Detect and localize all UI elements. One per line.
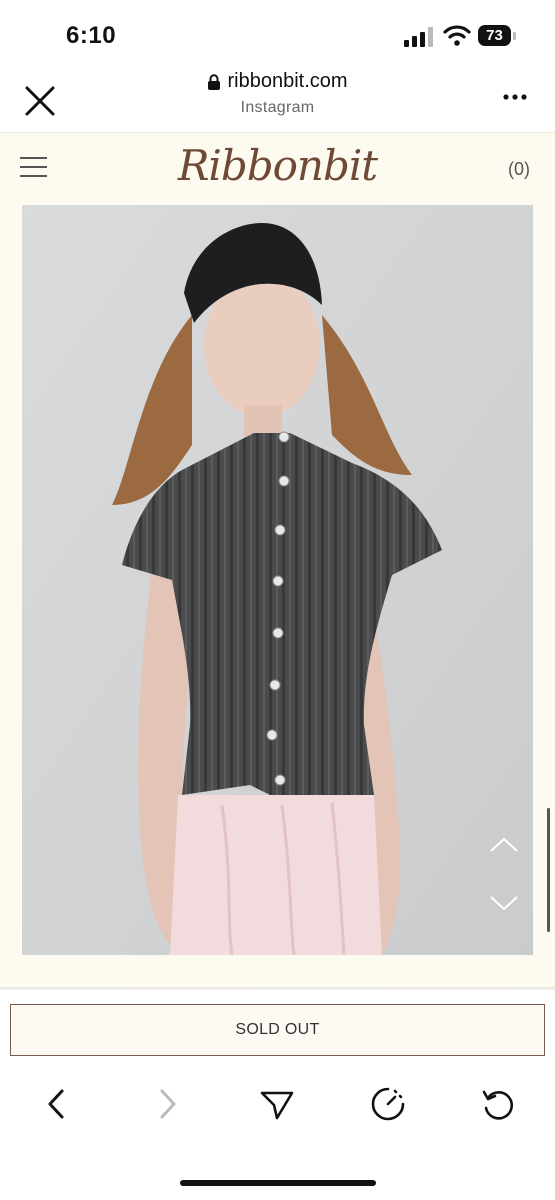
home-indicator[interactable]: [180, 1180, 376, 1186]
lock-icon: [208, 73, 221, 90]
speed-icon[interactable]: [370, 1086, 406, 1122]
purchase-bar: SOLD OUT: [0, 990, 555, 1070]
browser-header: ribbonbit.com Instagram: [0, 64, 555, 132]
brand-logo[interactable]: Ribbonbit: [0, 141, 555, 190]
back-icon[interactable]: [38, 1086, 74, 1122]
share-icon[interactable]: [259, 1086, 295, 1122]
signal-icon: [404, 27, 433, 47]
status-time: 6:10: [66, 22, 117, 49]
chevron-down-icon[interactable]: [488, 893, 520, 913]
sold-out-button[interactable]: SOLD OUT: [10, 1004, 545, 1056]
reload-icon[interactable]: [480, 1086, 516, 1122]
site-content: Ribbonbit (0): [0, 132, 555, 991]
url-source: Instagram: [240, 99, 315, 116]
battery-icon: 73: [478, 25, 518, 47]
forward-icon[interactable]: [150, 1086, 186, 1122]
chevron-up-icon[interactable]: [488, 835, 520, 855]
scrollbar[interactable]: [547, 808, 550, 932]
url-bar[interactable]: ribbonbit.com: [0, 70, 555, 93]
status-bar: 6:10 73: [0, 0, 555, 64]
product-photo-illustration: [22, 205, 533, 955]
url-domain: ribbonbit.com: [227, 70, 348, 92]
more-icon[interactable]: [500, 86, 530, 106]
battery-level: 73: [478, 25, 511, 46]
cart-count[interactable]: (0): [508, 159, 530, 180]
wifi-icon: [443, 25, 471, 46]
product-image: [22, 205, 533, 955]
